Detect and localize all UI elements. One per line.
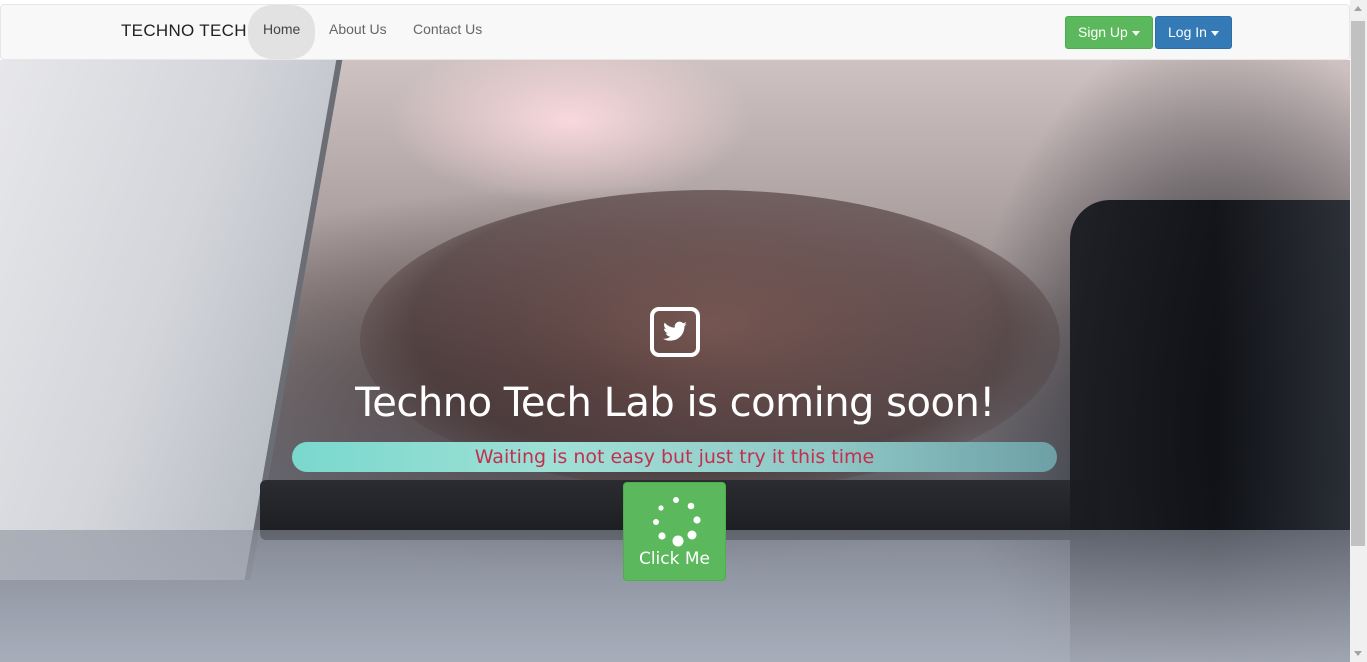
hero-headline: Techno Tech Lab is coming soon! (355, 380, 995, 426)
click-me-button[interactable]: Click Me (623, 482, 726, 581)
click-me-label: Click Me (638, 549, 711, 569)
spinner-icon (653, 497, 701, 547)
hero-section: Techno Tech Lab is coming soon! Waiting … (0, 60, 1350, 662)
nav-about-us[interactable]: About Us (314, 5, 402, 59)
caret-down-icon (1131, 30, 1140, 36)
twitter-bird-icon (663, 321, 687, 341)
brand-logo[interactable]: TECHNO TECH (121, 21, 247, 41)
sign-up-button[interactable]: Sign Up (1065, 16, 1153, 49)
top-navbar: TECHNO TECH Home About Us Contact Us Sig… (0, 4, 1350, 60)
log-in-button[interactable]: Log In (1155, 16, 1232, 49)
scroll-down-arrow-icon[interactable] (1354, 651, 1362, 656)
log-in-label: Log In (1168, 24, 1207, 40)
scrollbar-thumb[interactable] (1351, 21, 1365, 546)
caret-down-icon (1210, 30, 1219, 36)
twitter-icon[interactable] (650, 307, 700, 357)
hero-tagline: Waiting is not easy but just try it this… (292, 442, 1057, 472)
nav-contact-us[interactable]: Contact Us (398, 5, 497, 59)
scroll-up-arrow-icon[interactable] (1354, 6, 1362, 11)
nav-home[interactable]: Home (248, 5, 316, 59)
sign-up-label: Sign Up (1078, 24, 1128, 40)
